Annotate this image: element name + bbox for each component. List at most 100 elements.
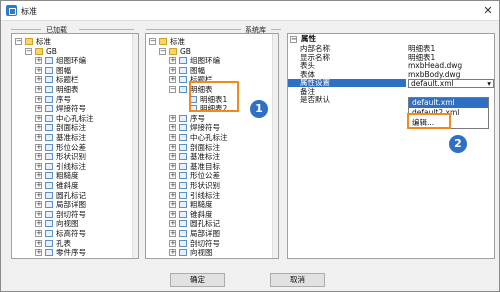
tree-node-label: 标准 [170,37,185,46]
expand-icon[interactable]: + [35,230,42,237]
expand-icon[interactable]: + [35,220,42,228]
collapse-icon[interactable]: − [159,47,166,55]
expand-icon[interactable]: + [35,114,42,122]
expand-icon[interactable]: + [169,76,176,84]
expand-icon[interactable]: + [35,76,42,84]
expand-icon[interactable]: + [35,57,42,65]
item-icon [179,182,187,189]
system-tree-panel[interactable]: − 标准 − GB + 组图环编 + 图幅 + 标题栏 − 明细表 明细表1 明细表2 + 序号 + 焊接符号 + 中… [145,33,279,259]
property-key: 属性设置 [288,79,406,87]
property-row[interactable]: 表头 mxbHead.dwg [288,61,494,70]
expand-icon[interactable]: + [35,143,42,151]
scrollbar[interactable] [132,34,138,258]
expand-icon[interactable]: + [35,134,42,141]
tree-node-label: 标高符号 [190,258,220,259]
property-row[interactable]: 内部名称 明细表1 [288,45,494,53]
expand-icon[interactable]: + [169,172,176,180]
title-bar: 标准 ✕ [1,1,499,21]
expand-icon[interactable]: + [35,162,42,170]
expand-icon[interactable]: + [35,201,42,209]
expand-icon[interactable]: + [35,153,42,161]
dropdown-arrow-icon[interactable]: ▾ [487,80,491,88]
collapse-icon[interactable]: − [15,38,22,45]
item-icon [45,210,53,218]
expand-icon[interactable]: + [35,239,42,247]
expand-icon[interactable]: + [169,210,176,218]
expand-icon[interactable]: + [35,124,42,132]
tree-node-label: 剖切符号 [190,238,220,248]
scrollbar[interactable] [272,34,278,258]
item-icon [179,249,187,257]
tree-node-label: 剖面标注 [190,142,220,152]
tree-node-label: 基准标注 [56,133,86,142]
property-value: mxbHead.dwg [408,61,463,70]
tree-node-label: 中心孔标注 [56,113,94,123]
expand-icon[interactable]: + [35,191,42,199]
dropdown-option[interactable]: default.xml [409,98,488,108]
collapse-icon[interactable]: − [25,47,32,55]
property-row[interactable]: 属性设置 default.xml ▾ [288,79,494,88]
expand-icon[interactable]: + [169,66,176,74]
ok-button[interactable]: 确定 [170,273,225,287]
expand-icon[interactable]: + [35,182,42,189]
item-icon [45,153,53,161]
item-icon [45,191,53,199]
tree-node-label: 组图环编 [56,56,86,66]
tree-node-label: 序号 [56,94,71,104]
item-icon [45,57,53,65]
collapse-icon[interactable]: − [169,86,176,93]
tree-node-label: 局部详图 [56,200,86,210]
expand-icon[interactable]: + [169,153,176,161]
dialog-window: 标准 ✕ 已加载 系统库 − 标准 − GB + 组图环编 + 图幅 + 标题栏 + 明细表 + 序号 + 焊… [0,0,500,292]
expand-icon[interactable]: + [169,201,176,209]
expand-icon[interactable]: + [35,172,42,180]
collapse-icon[interactable]: − [149,38,156,45]
expand-icon[interactable]: + [169,143,176,151]
expand-icon[interactable]: + [169,220,176,228]
tree-node-label: 向视图 [190,248,213,258]
tree-node-label: 引线标注 [56,161,86,171]
item-icon [179,210,187,218]
collapse-icon[interactable]: − [290,36,297,43]
tree-node-label: 局部详图 [190,229,220,238]
expand-icon[interactable]: + [169,230,176,237]
expand-icon[interactable]: + [35,105,42,113]
expand-icon[interactable]: + [169,114,176,122]
expand-icon[interactable]: + [169,162,176,170]
expand-icon[interactable]: + [169,239,176,247]
tree-node-label: GB [46,46,57,56]
expand-icon[interactable]: + [35,66,42,74]
expand-icon[interactable]: + [35,210,42,218]
item-icon [179,239,187,247]
folder-icon [35,47,43,55]
item-icon [45,220,53,228]
item-icon [179,86,187,93]
item-icon [179,124,187,132]
expand-icon[interactable]: + [169,191,176,199]
tree-node-label: 圆孔标记 [190,219,220,229]
item-icon [179,162,187,170]
tree-node-label: 图幅 [56,65,71,75]
loaded-tree-panel[interactable]: − 标准 − GB + 组图环编 + 图幅 + 标题栏 + 明细表 + 序号 + 焊接符号 + 中心孔标注 + 剖面标… [11,33,139,259]
group-line [146,29,241,30]
item-icon [179,134,187,141]
cancel-button[interactable]: 取消 [270,273,325,287]
item-icon [45,182,53,189]
expand-icon[interactable]: + [35,249,42,257]
expand-icon[interactable]: + [35,86,42,93]
window-title: 标准 [21,7,37,16]
expand-icon[interactable]: + [169,124,176,132]
expand-icon[interactable]: + [169,182,176,189]
expand-icon[interactable]: + [169,249,176,257]
folder-icon [159,38,167,45]
item-icon [179,76,187,84]
property-row[interactable]: 显示名称 明细表1 [288,53,494,62]
close-button[interactable]: ✕ [477,1,499,21]
expand-icon[interactable]: + [169,57,176,65]
property-key: 表头 [300,61,315,70]
expand-icon[interactable]: + [169,134,176,141]
tree-node-label: 剖面标注 [56,123,86,133]
expand-icon[interactable]: + [35,95,42,103]
item-icon [179,114,187,122]
item-icon [179,66,187,74]
